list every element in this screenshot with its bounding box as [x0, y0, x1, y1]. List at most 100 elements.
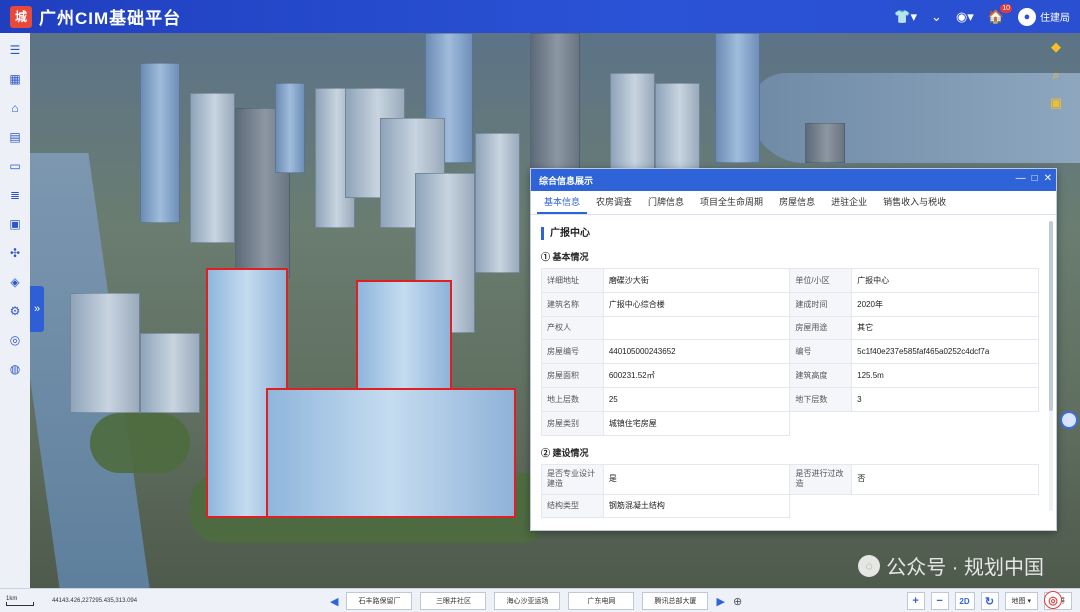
tab-doorplate[interactable]: 门牌信息: [641, 195, 691, 214]
target-icon[interactable]: ◎: [0, 325, 30, 354]
notification-button[interactable]: 🏠 10: [988, 3, 1012, 25]
field-value: 城镇住宅房屋: [602, 410, 791, 436]
info-panel: 综合信息展示 — □ ✕ 基本信息 农房调查 门牌信息 项目全生命周期 房屋信息…: [530, 168, 1057, 531]
field-value: 25: [602, 386, 791, 412]
next-bookmark-icon[interactable]: ▶: [716, 595, 724, 608]
location-icon[interactable]: ◉▾: [956, 9, 974, 25]
add-bookmark-icon[interactable]: ⊕: [733, 595, 742, 608]
basic-info-table: 详细地址 磨碟沙大街 单位/小区 广报中心 建筑名称 广报中心综合楼 建成时间 …: [541, 268, 1039, 436]
2d-toggle-button[interactable]: 2D: [954, 592, 975, 610]
building: [475, 133, 520, 273]
field-value: 钢筋混凝土结构: [602, 493, 791, 519]
field-value: 440105000243652: [602, 339, 791, 365]
field-value: 600231.52㎡: [602, 363, 791, 388]
field-value: 其它: [851, 315, 1039, 341]
toolbox-icon[interactable]: ▣: [1046, 93, 1066, 113]
field-value: 5c1f40e237e585faf465a0252c4dcf7a: [851, 339, 1039, 365]
bottom-bar: 1km 44143.426,227295.435,313.094 ◀ 石丰路保留…: [0, 588, 1080, 612]
zoom-in-icon[interactable]: +: [906, 592, 925, 610]
search-icon[interactable]: ⌕: [1046, 65, 1066, 85]
home-icon[interactable]: ⌂: [0, 93, 30, 122]
tab-basic-info[interactable]: 基本信息: [537, 195, 588, 214]
field-label: 建筑高度: [789, 363, 853, 388]
maximize-icon[interactable]: □: [1032, 173, 1038, 184]
field-label: 详细地址: [541, 268, 604, 293]
tab-enterprises[interactable]: 进驻企业: [824, 195, 874, 214]
field-label: 地下层数: [789, 386, 853, 412]
app-title: 广州CIM基础平台: [39, 9, 182, 28]
header-tools: 👕▾ ⌄ ◉▾ 🏠 10 ● 住建局: [894, 0, 1070, 33]
theme-icon[interactable]: 👕▾: [894, 9, 917, 25]
tab-project-lifecycle[interactable]: 项目全生命周期: [693, 195, 770, 214]
grid-icon[interactable]: ▦: [0, 64, 30, 93]
close-icon[interactable]: ✕: [1044, 173, 1052, 184]
data-icon[interactable]: ▣: [0, 209, 30, 238]
build-info-table: 是否专业设计建造 是 是否进行过改造 否 结构类型 钢筋混凝土结构: [541, 463, 1039, 519]
bookmark-item[interactable]: 广东电网: [568, 592, 635, 610]
field-label: 房屋编号: [541, 339, 604, 365]
scale-bar: 1km: [6, 596, 34, 606]
building: [275, 83, 305, 173]
tab-sales-tax[interactable]: 销售收入与税收: [876, 195, 953, 214]
watermark-text: 公众号 · 规划中国: [886, 557, 1044, 579]
bookmark-item[interactable]: 石丰路保留厂: [346, 592, 413, 610]
selected-building[interactable]: [206, 268, 522, 518]
zoom-out-icon[interactable]: −: [930, 592, 949, 610]
avatar-icon: ●: [1018, 7, 1036, 26]
field-label: 房屋面积: [541, 363, 604, 388]
document-icon[interactable]: ▤: [0, 122, 30, 151]
bookmark-item[interactable]: 海心沙亚运场: [494, 592, 561, 610]
tab-housing-info[interactable]: 房屋信息: [772, 195, 822, 214]
bookmark-list: ◀ 石丰路保留厂 三眼井社区 海心沙亚运场 广东电网 腾讯总部大厦 ▶ ⊕: [330, 589, 742, 612]
compass-icon[interactable]: ◎: [1044, 591, 1062, 609]
user-menu[interactable]: ● 住建局: [1018, 7, 1070, 26]
field-value: [602, 315, 791, 341]
analysis-icon[interactable]: ◈: [0, 267, 30, 296]
field-value: 125.5m: [851, 363, 1039, 388]
chat-icon[interactable]: ▭: [0, 151, 30, 180]
prev-bookmark-icon[interactable]: ◀: [330, 595, 338, 608]
panel-content: 广报中心 ① 基本情况 详细地址 磨碟沙大街 单位/小区 广报中心 建筑名称 广…: [531, 215, 1049, 531]
basemap-select[interactable]: 地图 ▾: [1004, 592, 1038, 610]
table-row: 房屋面积 600231.52㎡ 建筑高度 125.5m: [541, 363, 1039, 388]
table-row: 建筑名称 广报中心综合楼 建成时间 2020年: [541, 291, 1039, 317]
refresh-icon[interactable]: ↻: [980, 592, 999, 610]
building: [70, 293, 140, 413]
field-label: 产权人: [541, 315, 604, 341]
field-value: 否: [851, 463, 1039, 495]
layers-icon[interactable]: ◆: [1046, 37, 1066, 57]
collapse-icon[interactable]: ⌄: [931, 9, 942, 25]
assistant-icon[interactable]: [1060, 411, 1078, 429]
table-row: 房屋类别 城镇住宅房屋: [541, 410, 1039, 436]
green-space: [90, 413, 190, 473]
minimize-icon[interactable]: —: [1016, 173, 1026, 184]
field-label: 是否专业设计建造: [541, 463, 604, 495]
field-value: 是: [602, 463, 791, 495]
field-label: 建成时间: [789, 291, 853, 317]
field-value: 3: [851, 386, 1039, 412]
selected-podium: [266, 388, 516, 518]
coordinates-readout: 44143.426,227295.435,313.094: [52, 597, 138, 604]
tab-rural-housing[interactable]: 农房调查: [589, 195, 639, 214]
top-bar: 城 广州CIM基础平台 👕▾ ⌄ ◉▾ 🏠 10 ● 住建局: [0, 0, 1080, 33]
building-name: 广报中心: [541, 227, 1039, 240]
building: [140, 333, 200, 413]
view-tools: ◎ + − 2D ↻ 地图 ▾ 全屏: [906, 591, 1072, 611]
panel-title: 综合信息展示: [531, 169, 1056, 191]
app-logo: 城: [10, 5, 32, 28]
bookmark-item[interactable]: 腾讯总部大厦: [642, 592, 709, 610]
panel-scrollbar[interactable]: [1049, 221, 1053, 511]
network-icon[interactable]: ✣: [0, 238, 30, 267]
field-label: 单位/小区: [789, 268, 853, 293]
field-label: 是否进行过改造: [789, 463, 853, 495]
table-row: 详细地址 磨碟沙大街 单位/小区 广报中心: [541, 268, 1039, 293]
menu-icon[interactable]: ☰: [0, 35, 30, 64]
sidebar-expand-button[interactable]: »: [30, 286, 44, 332]
scroll-thumb[interactable]: [1049, 221, 1053, 411]
globe-icon[interactable]: ◍: [0, 354, 30, 383]
bookmark-item[interactable]: 三眼井社区: [420, 592, 487, 610]
list-icon[interactable]: ≣: [0, 180, 30, 209]
field-label: 编号: [789, 339, 853, 365]
field-value: 广报中心综合楼: [602, 291, 791, 317]
settings-icon[interactable]: ⚙: [0, 296, 30, 325]
